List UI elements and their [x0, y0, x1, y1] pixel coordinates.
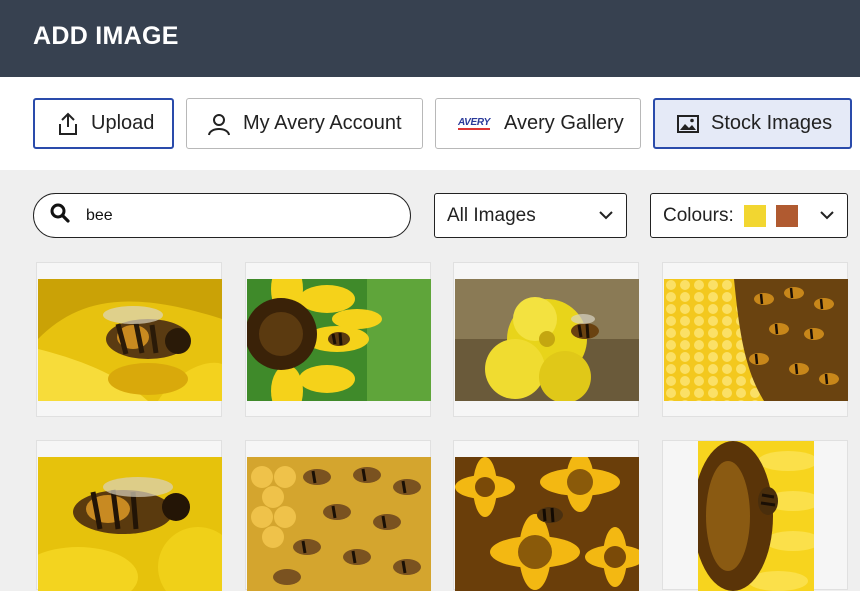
image-filter-dropdown[interactable]: All Images	[434, 193, 627, 238]
image-result-7[interactable]	[453, 440, 639, 591]
upload-icon	[57, 112, 79, 136]
user-icon	[207, 112, 231, 136]
image-filter-value: All Images	[447, 204, 536, 226]
avery-logo: AVERY	[458, 117, 491, 130]
bees-honeycomb-image	[664, 279, 848, 401]
tab-stock-images[interactable]: Stock Images	[653, 98, 852, 149]
search-icon	[50, 203, 70, 228]
colours-dropdown[interactable]: Colours:	[650, 193, 848, 238]
image-result-3[interactable]	[453, 262, 639, 417]
bee-sunflower-image	[698, 441, 814, 591]
bees-comb-cells-image	[247, 457, 431, 591]
bee-yellow-bloom-image	[455, 279, 639, 401]
image-result-2[interactable]	[245, 262, 431, 417]
tab-avery-gallery[interactable]: AVERY Avery Gallery	[435, 98, 641, 149]
colours-label: Colours:	[663, 204, 734, 226]
tab-stock-images-label: Stock Images	[711, 112, 833, 134]
tab-my-avery-account-label: My Avery Account	[243, 112, 402, 134]
header-bar: ADD IMAGE	[0, 0, 860, 77]
colour-swatch-yellow	[743, 204, 766, 227]
image-result-1[interactable]	[36, 262, 222, 417]
tab-upload-label: Upload	[91, 112, 155, 134]
page-title: ADD IMAGE	[33, 22, 179, 50]
image-icon	[677, 114, 699, 133]
image-result-5[interactable]	[36, 440, 222, 591]
source-tabs: Upload My Avery Account AVERY Avery Gall…	[0, 77, 860, 170]
image-result-8[interactable]	[662, 440, 848, 591]
bee-flower-image	[38, 279, 222, 401]
image-result-6[interactable]	[245, 440, 431, 591]
sunflower-bee-image	[247, 279, 431, 401]
bee-daisies-image	[455, 457, 639, 591]
image-result-4[interactable]	[662, 262, 848, 417]
chevron-down-icon	[819, 207, 835, 229]
tab-upload[interactable]: Upload	[33, 98, 174, 149]
search-box	[33, 193, 411, 238]
tab-avery-gallery-label: Avery Gallery	[504, 112, 624, 134]
search-input[interactable]	[84, 205, 388, 226]
chevron-down-icon	[598, 207, 614, 229]
colour-swatch-brown	[775, 204, 798, 227]
tab-my-avery-account[interactable]: My Avery Account	[186, 98, 423, 149]
bee-closeup-image	[38, 457, 222, 591]
